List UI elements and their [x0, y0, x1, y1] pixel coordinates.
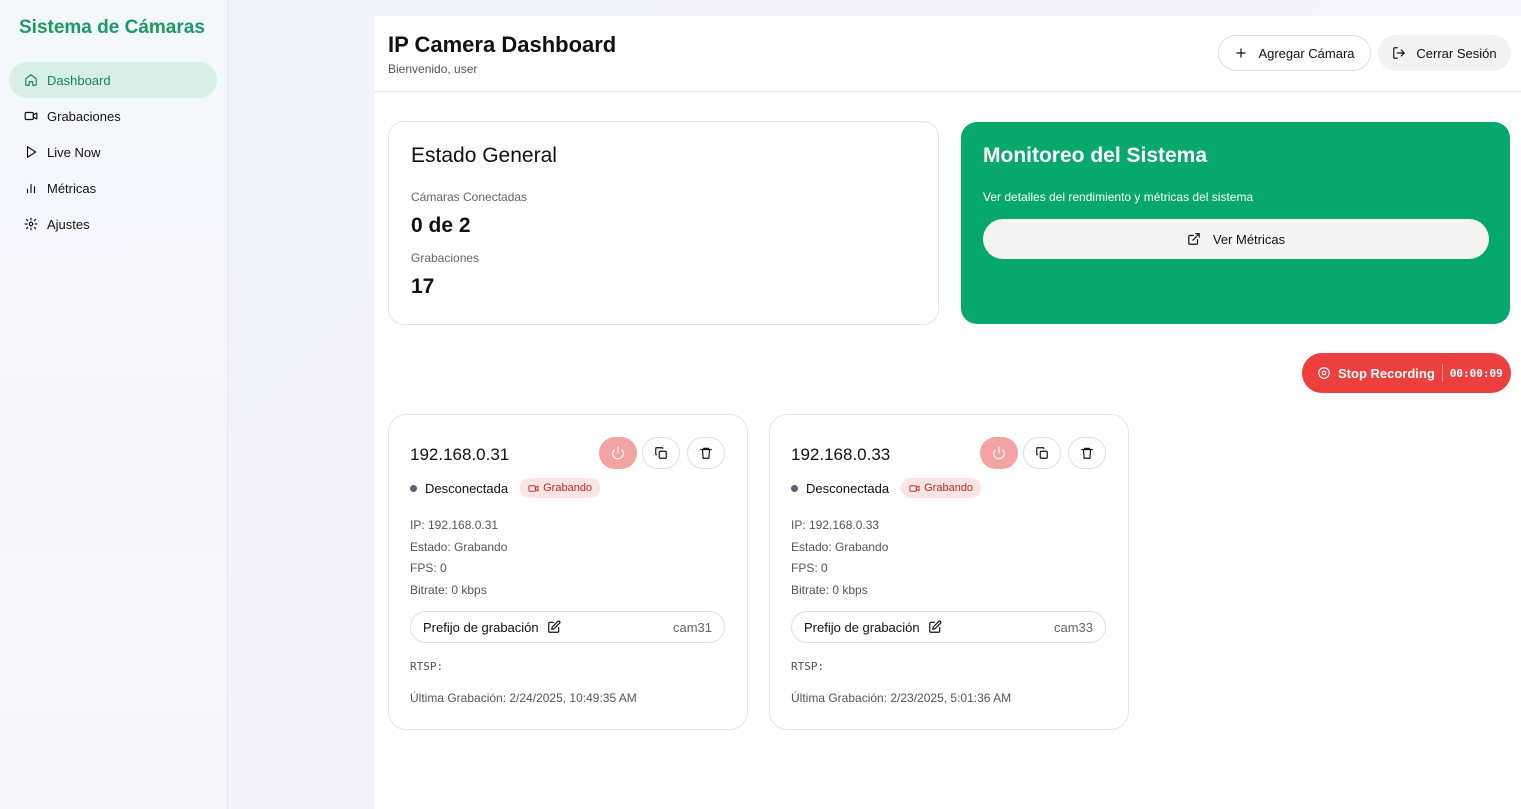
main-panel: IP Camera Dashboard Bienvenido, user Agr…	[374, 16, 1521, 809]
copy-icon	[654, 446, 668, 460]
recordings-label: Grabaciones	[411, 251, 480, 265]
camera-card: 192.168.0.33 Desconectada Grabando IP: 1…	[769, 414, 1129, 730]
camera-state: Estado: Grabando	[791, 539, 889, 554]
recording-timer: 00:00:09	[1449, 366, 1503, 380]
card-title: Estado General	[411, 144, 557, 167]
general-status-card: Estado General Cámaras Conectadas 0 de 2…	[388, 121, 939, 325]
camera-bitrate: Bitrate: 0 kbps	[410, 582, 487, 597]
logout-button[interactable]: Cerrar Sesión	[1378, 35, 1511, 71]
sidebar-item-label: Métricas	[47, 180, 97, 196]
logout-icon	[1392, 46, 1406, 60]
welcome-text: Bienvenido, user	[388, 62, 478, 76]
power-icon	[611, 446, 625, 460]
copy-button[interactable]	[642, 437, 680, 469]
plus-icon	[1234, 46, 1248, 60]
edit-icon[interactable]	[928, 620, 942, 634]
sidebar-nav: Dashboard Grabaciones Live Now Métricas …	[9, 62, 217, 242]
power-icon	[992, 446, 1006, 460]
sidebar-item-ajustes[interactable]: Ajustes	[9, 206, 217, 242]
edit-icon[interactable]	[547, 620, 561, 634]
play-icon	[23, 144, 39, 160]
video-icon	[528, 483, 539, 494]
prefix-value: cam33	[1053, 619, 1093, 635]
sidebar-item-label: Live Now	[47, 144, 101, 160]
status-row: Desconectada Grabando	[410, 478, 601, 498]
camera-info: IP: 192.168.0.33 Estado: Grabando FPS: 0…	[791, 515, 888, 601]
last-recording: Última Grabación: 2/24/2025, 10:49:35 AM	[410, 691, 637, 705]
card-description: Ver detalles del rendimiento y métricas …	[983, 190, 1254, 204]
video-icon	[909, 483, 920, 494]
sidebar-item-dashboard[interactable]: Dashboard	[9, 62, 217, 98]
sidebar: Sistema de Cámaras Dashboard Grabaciones…	[0, 0, 228, 809]
video-icon	[23, 108, 39, 124]
gear-icon	[23, 216, 39, 232]
sidebar-item-live-now[interactable]: Live Now	[9, 134, 217, 170]
recording-badge: Grabando	[901, 478, 982, 498]
sidebar-item-metricas[interactable]: Métricas	[9, 170, 217, 206]
camera-fps: FPS: 0	[410, 561, 447, 575]
rtsp-label: RTSP:	[791, 660, 825, 673]
camera-card: 192.168.0.31 Desconectada Grabando IP: 1…	[388, 414, 748, 730]
last-recording: Última Grabación: 2/23/2025, 5:01:36 AM	[791, 691, 1012, 705]
camera-ip: IP: 192.168.0.31	[410, 518, 499, 532]
sidebar-item-grabaciones[interactable]: Grabaciones	[9, 98, 217, 134]
camera-title: 192.168.0.33	[791, 445, 891, 464]
logout-label: Cerrar Sesión	[1416, 45, 1497, 61]
prefix-label: Prefijo de grabación	[804, 619, 920, 635]
connection-status: Desconectada	[806, 480, 890, 496]
status-dot	[410, 484, 417, 492]
copy-button[interactable]	[1023, 437, 1061, 469]
stop-recording-label: Stop Recording	[1338, 365, 1435, 381]
sidebar-item-label: Ajustes	[47, 216, 90, 232]
trash-icon	[699, 446, 713, 460]
power-button[interactable]	[599, 437, 637, 469]
camera-bitrate: Bitrate: 0 kbps	[791, 582, 868, 597]
add-camera-button[interactable]: Agregar Cámara	[1218, 35, 1371, 71]
recording-badge-label: Grabando	[543, 482, 593, 494]
camera-ip: IP: 192.168.0.33	[791, 518, 880, 532]
divider	[1441, 364, 1443, 382]
power-button[interactable]	[980, 437, 1018, 469]
recording-prefix-field[interactable]: Prefijo de grabación cam33	[791, 611, 1106, 643]
connected-cameras-label: Cámaras Conectadas	[411, 190, 528, 204]
recording-badge-label: Grabando	[924, 482, 974, 494]
connection-status: Desconectada	[425, 480, 509, 496]
app-brand: Sistema de Cámaras	[19, 17, 205, 38]
system-monitor-card: Monitoreo del Sistema Ver detalles del r…	[961, 122, 1510, 324]
prefix-label: Prefijo de grabación	[423, 619, 539, 635]
card-title: Monitoreo del Sistema	[983, 144, 1208, 167]
stop-circle-icon	[1317, 366, 1338, 380]
sidebar-item-label: Dashboard	[47, 72, 111, 88]
bar-chart-icon	[23, 180, 39, 196]
home-icon	[23, 72, 39, 88]
status-dot	[791, 484, 798, 492]
delete-button[interactable]	[687, 437, 725, 469]
camera-fps: FPS: 0	[791, 561, 828, 575]
page-title: IP Camera Dashboard	[388, 32, 617, 57]
recording-prefix-field[interactable]: Prefijo de grabación cam31	[410, 611, 725, 643]
camera-title: 192.168.0.31	[410, 445, 510, 464]
copy-icon	[1035, 446, 1049, 460]
page-header: IP Camera Dashboard Bienvenido, user Agr…	[374, 16, 1521, 92]
camera-state: Estado: Grabando	[410, 539, 508, 554]
delete-button[interactable]	[1068, 437, 1106, 469]
trash-icon	[1080, 446, 1094, 460]
stop-recording-button[interactable]: Stop Recording 00:00:09	[1302, 353, 1511, 393]
rtsp-label: RTSP:	[410, 660, 444, 673]
camera-info: IP: 192.168.0.31 Estado: Grabando FPS: 0…	[410, 515, 507, 601]
recording-badge: Grabando	[520, 478, 601, 498]
external-link-icon	[1187, 232, 1201, 246]
add-camera-label: Agregar Cámara	[1258, 45, 1355, 61]
status-row: Desconectada Grabando	[791, 478, 982, 498]
connected-cameras-value: 0 de 2	[411, 214, 471, 237]
view-metrics-label: Ver Métricas	[1212, 231, 1286, 247]
prefix-value: cam31	[672, 619, 712, 635]
sidebar-item-label: Grabaciones	[47, 108, 121, 124]
view-metrics-button[interactable]: Ver Métricas	[983, 219, 1489, 259]
recordings-value: 17	[411, 275, 435, 298]
